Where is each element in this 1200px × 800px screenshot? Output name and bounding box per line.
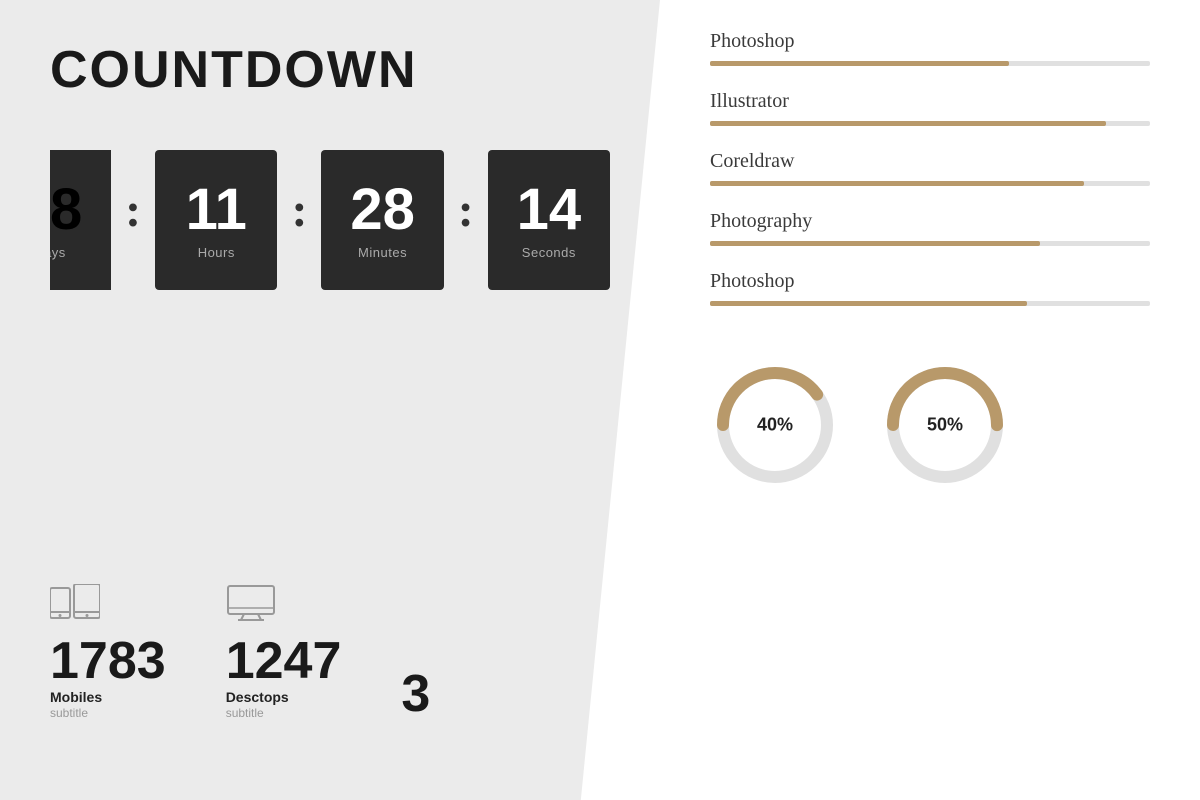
- stat-desktops-subtitle: subtitle: [226, 706, 264, 720]
- skill-item-3: Photography: [710, 210, 1150, 246]
- stat-mobiles: 1783 Mobiles subtitle: [50, 584, 166, 720]
- timer-hours-value: 11: [186, 181, 247, 239]
- skill-bar-bg-3: [710, 241, 1150, 246]
- timer-seconds-value: 14: [517, 181, 582, 239]
- timer-minutes-label: Minutes: [358, 245, 407, 260]
- colon-3: :: [458, 183, 474, 258]
- stat-mobiles-title: Mobiles: [50, 689, 102, 705]
- colon-2: :: [291, 183, 307, 258]
- skill-item-1: Illustrator: [710, 90, 1150, 126]
- right-panel: Photoshop Illustrator Coreldraw Photogra…: [660, 0, 1200, 800]
- timer-seconds-label: Seconds: [522, 245, 576, 260]
- timer-minutes-value: 28: [350, 181, 415, 239]
- timer-row: 08 Days : 11 Hours : 28 Minutes : 14 Sec…: [50, 150, 610, 290]
- skill-bar-fill-1: [710, 121, 1106, 126]
- stat-desktops: 1247 Desctops subtitle: [226, 584, 342, 720]
- skill-bar-fill-0: [710, 61, 1009, 66]
- stat-desktops-number: 1247: [226, 635, 342, 687]
- donut-label-1: 50%: [927, 415, 963, 436]
- skill-name-4: Photoshop: [710, 270, 1150, 293]
- donut-label-0: 40%: [757, 415, 793, 436]
- left-panel: COUNTDOWN 08 Days : 11 Hours : 28 Minute…: [0, 0, 660, 800]
- stat-mobiles-number: 1783: [50, 635, 166, 687]
- stat-mobiles-subtitle: subtitle: [50, 706, 88, 720]
- skill-item-2: Coreldraw: [710, 150, 1150, 186]
- timer-days-value: 08: [50, 181, 82, 239]
- skills-section: Photoshop Illustrator Coreldraw Photogra…: [710, 30, 1150, 330]
- colon-1: :: [125, 183, 141, 258]
- countdown-title: COUNTDOWN: [50, 40, 610, 100]
- skill-bar-bg-0: [710, 61, 1150, 66]
- skill-bar-bg-2: [710, 181, 1150, 186]
- skill-bar-bg-4: [710, 301, 1150, 306]
- skill-name-3: Photography: [710, 210, 1150, 233]
- skill-name-2: Coreldraw: [710, 150, 1150, 173]
- skill-name-1: Illustrator: [710, 90, 1150, 113]
- timer-hours-block: 11 Hours: [155, 150, 277, 290]
- skill-bar-fill-3: [710, 241, 1040, 246]
- skill-item-4: Photoshop: [710, 270, 1150, 306]
- timer-hours-label: Hours: [198, 245, 235, 260]
- skill-bar-fill-2: [710, 181, 1084, 186]
- stats-row: 1783 Mobiles subtitle 1247 Desctops subt…: [50, 584, 481, 720]
- donut-0: 40%: [710, 360, 840, 490]
- mobile-icon: [50, 584, 100, 627]
- skill-name-0: Photoshop: [710, 30, 1150, 53]
- timer-minutes-block: 28 Minutes: [321, 150, 443, 290]
- timer-seconds-block: 14 Seconds: [488, 150, 610, 290]
- skill-bar-bg-1: [710, 121, 1150, 126]
- donuts-section: 40% 50%: [710, 350, 1150, 490]
- desktop-icon: [226, 584, 276, 627]
- timer-days-label: Days: [50, 245, 66, 260]
- donut-1: 50%: [880, 360, 1010, 490]
- skill-bar-fill-4: [710, 301, 1027, 306]
- stat-desktops-title: Desctops: [226, 689, 289, 705]
- stat-other-number: 3: [401, 668, 430, 720]
- skill-item-0: Photoshop: [710, 30, 1150, 66]
- timer-days-partial: 08 Days: [50, 150, 111, 290]
- stat-other-partial: 3: [401, 668, 481, 720]
